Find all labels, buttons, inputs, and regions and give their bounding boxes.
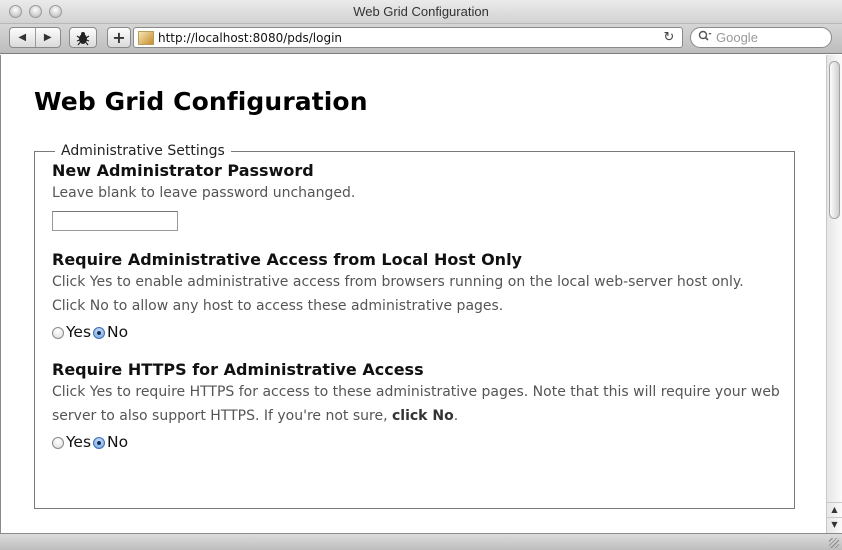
local-host-section: Require Administrative Access from Local… xyxy=(52,250,794,343)
password-section-title: New Administrator Password xyxy=(52,161,314,180)
https-yes-radio[interactable] xyxy=(52,437,64,449)
search-icon xyxy=(698,30,712,45)
scrollbar-thumb[interactable] xyxy=(829,61,840,219)
reload-button[interactable]: ↻ xyxy=(660,30,678,45)
search-field[interactable]: Google xyxy=(690,27,832,48)
https-description-suffix: . xyxy=(453,408,459,424)
https-description-line1: Click Yes to require HTTPS for access to… xyxy=(52,384,780,400)
browser-toolbar: ◀ ▶ + http://localhost:8080/pds/login ↻ … xyxy=(0,24,842,54)
scroll-up-button[interactable]: ▲ xyxy=(827,502,842,516)
local-host-yes-radio[interactable] xyxy=(52,327,64,339)
add-bookmark-button[interactable]: + xyxy=(107,27,131,48)
scroll-down-button[interactable]: ▼ xyxy=(827,517,842,531)
local-host-yes-label[interactable]: Yes xyxy=(66,323,91,341)
page-viewport: Web Grid Configuration Administrative Se… xyxy=(0,55,826,533)
https-no-label[interactable]: No xyxy=(107,433,128,451)
favicon-icon xyxy=(138,30,154,45)
local-host-radio-group: Yes No xyxy=(52,321,794,343)
https-description-bold: click No xyxy=(391,408,454,424)
local-host-description-line1: Click Yes to enable administrative acces… xyxy=(52,274,744,290)
page-title: Web Grid Configuration xyxy=(34,87,368,116)
https-section: Require HTTPS for Administrative Access … xyxy=(52,360,794,453)
search-placeholder: Google xyxy=(716,30,758,45)
local-host-no-label[interactable]: No xyxy=(107,323,128,341)
address-bar[interactable]: http://localhost:8080/pds/login ↻ xyxy=(133,27,683,48)
local-host-section-title: Require Administrative Access from Local… xyxy=(52,250,522,269)
fieldset-legend: Administrative Settings xyxy=(61,143,225,159)
password-section: New Administrator Password Leave blank t… xyxy=(52,161,794,231)
forward-button[interactable]: ▶ xyxy=(36,28,61,47)
status-bar xyxy=(0,533,842,550)
vertical-scrollbar[interactable]: ▲ ▼ xyxy=(826,55,842,533)
password-section-description: Leave blank to leave password unchanged. xyxy=(52,185,356,201)
local-host-no-radio[interactable] xyxy=(93,327,106,339)
https-description-line2: server to also support HTTPS. If you're … xyxy=(52,404,794,428)
bug-icon xyxy=(76,31,90,45)
https-section-title: Require HTTPS for Administrative Access xyxy=(52,360,424,379)
https-no-radio[interactable] xyxy=(93,437,106,449)
https-description-prefix: server to also support HTTPS. If you're … xyxy=(52,408,392,424)
administrative-settings-fieldset: Administrative Settings New Administrato… xyxy=(34,143,795,509)
back-forward-group: ◀ ▶ xyxy=(9,27,61,48)
back-button[interactable]: ◀ xyxy=(10,28,35,47)
https-yes-label[interactable]: Yes xyxy=(66,433,91,451)
local-host-description-line2: Click No to allow any host to access the… xyxy=(52,298,504,314)
report-bug-button[interactable] xyxy=(69,27,97,48)
url-text[interactable]: http://localhost:8080/pds/login xyxy=(158,31,660,45)
new-password-input[interactable] xyxy=(52,211,178,231)
window-titlebar: Web Grid Configuration xyxy=(0,0,842,24)
resize-grip-icon[interactable] xyxy=(829,538,839,548)
https-radio-group: Yes No xyxy=(52,431,794,453)
window-title: Web Grid Configuration xyxy=(353,4,489,19)
